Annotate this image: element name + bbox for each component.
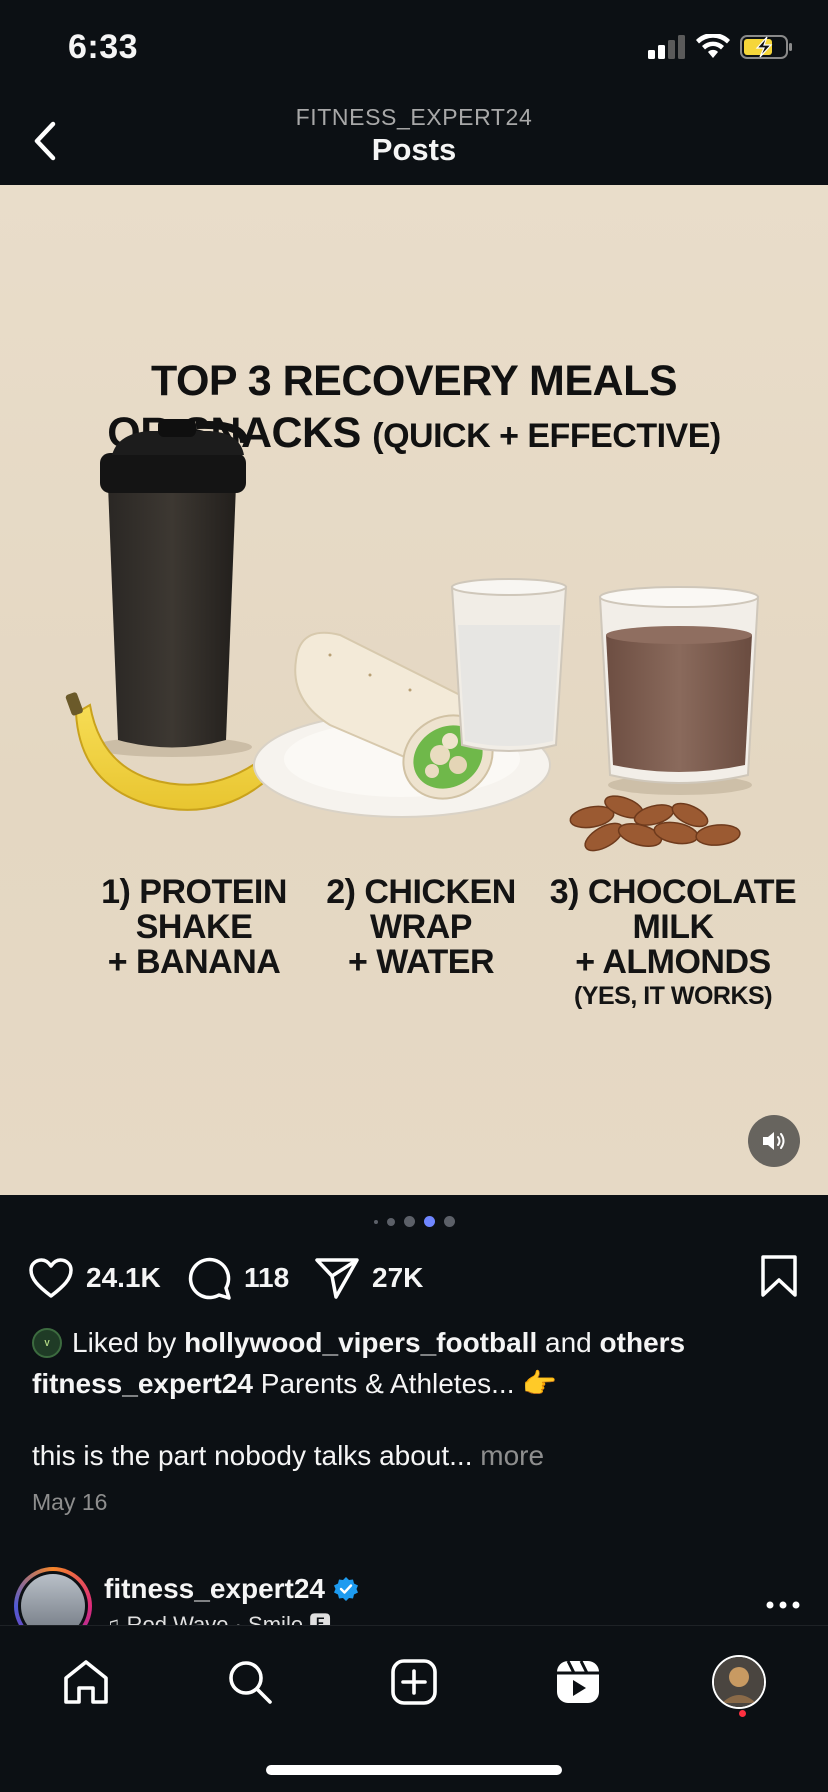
reels-icon xyxy=(557,1660,599,1703)
home-icon xyxy=(64,1660,108,1704)
item-3-note: (YES, IT WORKS) xyxy=(573,982,773,1010)
header-title: Posts xyxy=(371,132,457,167)
post-date: May 16 xyxy=(32,1489,108,1515)
tab-create[interactable] xyxy=(384,1652,444,1712)
carousel-dot xyxy=(373,1219,378,1224)
save-button[interactable] xyxy=(760,1254,798,1303)
water-glass xyxy=(450,578,568,752)
share-count: 27K xyxy=(372,1262,424,1293)
like-button[interactable]: 24.1K xyxy=(28,1250,161,1306)
protein-shaker xyxy=(92,419,252,757)
plus-square-icon xyxy=(391,1659,437,1705)
like-count: 24.1K xyxy=(86,1262,161,1293)
post-subcaption: this is the part nobody talks about... m… xyxy=(32,1440,544,1472)
liked-by-text: Liked by hollywood_vipers_football and o… xyxy=(72,1327,685,1359)
caption-username[interactable]: fitness_expert24 xyxy=(32,1368,253,1399)
home-indicator[interactable] xyxy=(266,1765,562,1775)
status-bar: 6:33 xyxy=(0,0,828,100)
item-3-line2: MILK xyxy=(632,908,714,946)
send-icon xyxy=(315,1258,359,1299)
caption-text: Parents & Athletes... 👉 xyxy=(260,1368,558,1399)
item-1-line2: SHAKE xyxy=(135,908,253,946)
battery-charging-icon xyxy=(740,35,792,59)
signal-icon xyxy=(648,35,685,59)
more-options-button[interactable] xyxy=(766,1595,800,1609)
tab-profile[interactable] xyxy=(712,1655,766,1709)
carousel-dot xyxy=(403,1216,415,1227)
item-2-line1: 2) CHICKEN xyxy=(326,873,516,911)
item-caption-1: 1) PROTEIN SHAKE + BANANA xyxy=(88,875,300,980)
almonds xyxy=(569,795,741,852)
tab-search[interactable] xyxy=(220,1652,280,1712)
verified-badge-icon xyxy=(334,1577,359,1601)
more-horizontal-icon xyxy=(766,1601,800,1609)
carousel-dot xyxy=(443,1216,455,1227)
audio-toggle-button[interactable] xyxy=(748,1115,800,1167)
item-3-line3: + ALMONDS xyxy=(575,943,771,981)
item-caption-2: 2) CHICKEN WRAP + WATER xyxy=(318,875,524,980)
liked-by-and: and xyxy=(545,1327,592,1358)
post-actions: 24.1K 118 27K xyxy=(0,1250,828,1310)
post-caption: fitness_expert24 Parents & Athletes... 👉 xyxy=(32,1367,808,1400)
status-icons xyxy=(648,34,794,60)
wifi-icon xyxy=(696,34,730,58)
search-icon xyxy=(229,1661,272,1704)
posts-header: FITNESS_EXPERT24 Posts xyxy=(0,100,828,184)
avatar xyxy=(21,1574,85,1625)
liked-by[interactable]: V Liked by hollywood_vipers_football and… xyxy=(32,1327,808,1359)
liker-avatar[interactable]: V xyxy=(32,1328,62,1358)
carousel-dot xyxy=(386,1217,395,1226)
status-time: 6:33 xyxy=(68,28,139,66)
item-caption-3: 3) CHOCOLATE MILK + ALMONDS (YES, IT WOR… xyxy=(548,875,798,1012)
more-link[interactable]: more xyxy=(480,1440,544,1471)
share-button[interactable]: 27K xyxy=(314,1250,423,1306)
liked-by-others[interactable]: others xyxy=(600,1327,686,1358)
item-1-line3: + BANANA xyxy=(107,943,281,981)
liked-by-prefix: Liked by xyxy=(72,1327,177,1358)
chocolate-milk-glass xyxy=(598,586,760,795)
tab-home[interactable] xyxy=(56,1652,116,1712)
item-2-line2: WRAP xyxy=(370,908,472,946)
bookmark-icon xyxy=(761,1255,797,1297)
next-post-username-row[interactable]: fitness_expert24 xyxy=(104,1573,359,1605)
item-1-line1: 1) PROTEIN xyxy=(101,873,287,911)
post-image[interactable]: TOP 3 RECOVERY MEALS OR SNACKS (QUICK + … xyxy=(0,185,828,1195)
carousel-dots xyxy=(0,1216,828,1227)
item-3-line1: 3) CHOCOLATE xyxy=(549,873,797,911)
speaker-icon xyxy=(763,1132,785,1150)
comment-button[interactable]: 118 xyxy=(186,1250,289,1306)
header-username: FITNESS_EXPERT24 xyxy=(295,104,533,130)
next-post-username[interactable]: fitness_expert24 xyxy=(104,1573,325,1605)
item-2-line3: + WATER xyxy=(347,943,495,981)
next-post-song[interactable]: ♫ Rod Wave · Smile 🅴 xyxy=(104,1607,331,1625)
comment-count: 118 xyxy=(244,1262,290,1293)
food-illustration xyxy=(65,419,760,852)
profile-notification-dot xyxy=(739,1710,746,1717)
heart-icon xyxy=(29,1258,73,1298)
next-post-avatar[interactable] xyxy=(14,1567,92,1625)
subcaption-text: this is the part nobody talks about... xyxy=(32,1440,473,1471)
carousel-dot-active xyxy=(423,1216,435,1227)
next-post-header: fitness_expert24 ♫ Rod Wave · Smile 🅴 xyxy=(0,1565,828,1625)
profile-avatar-icon xyxy=(714,1657,764,1707)
liked-by-user[interactable]: hollywood_vipers_football xyxy=(184,1327,537,1358)
comment-bubble-icon xyxy=(188,1257,231,1300)
tab-reels[interactable] xyxy=(548,1652,608,1712)
